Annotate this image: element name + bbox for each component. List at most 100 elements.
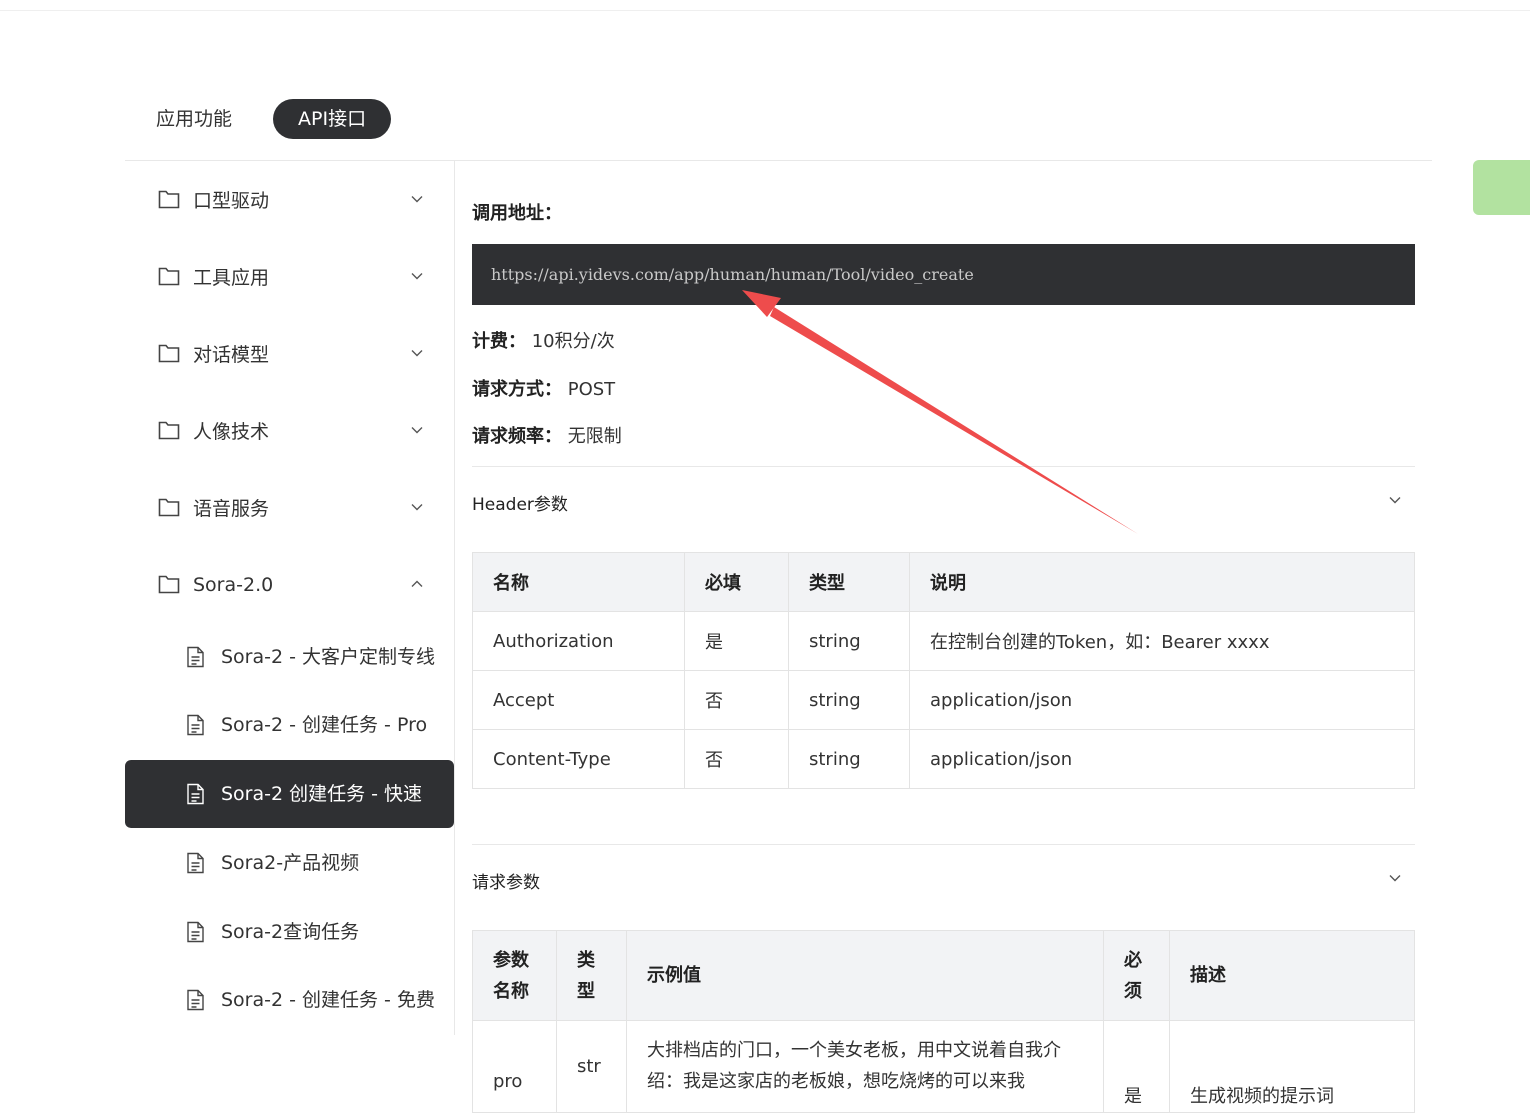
sidebar-folder-lip-sync[interactable]: 口型驱动 — [125, 161, 454, 238]
sidebar-doc-label: Sora-2 - 大客户定制专线 — [221, 646, 436, 668]
sidebar-doc-sora-pro[interactable]: Sora-2 - 创建任务 - Pro — [125, 691, 454, 759]
folder-icon — [158, 575, 180, 594]
table-row: pro str 大排档店的门口，一个美女老板，用中文说着自我介绍：我是这家店的老… — [472, 1020, 1415, 1113]
top-tabs: 应用功能 API接口 — [125, 99, 392, 139]
chevron-down-icon — [411, 504, 423, 511]
table-cell: 是 — [1103, 1020, 1170, 1113]
folder-icon — [158, 421, 180, 440]
table-row: Content-Type 否 string application/json — [472, 729, 1415, 789]
top-divider — [0, 10, 1530, 11]
sidebar-folder-sora[interactable]: Sora-2.0 — [125, 546, 454, 623]
chevron-up-icon — [411, 580, 423, 587]
rate-value: 无限制 — [567, 426, 622, 447]
tab-api[interactable]: API接口 — [273, 99, 392, 139]
table-cell: Accept — [472, 670, 685, 730]
chevron-down-icon[interactable] — [1388, 871, 1402, 885]
chevron-down-icon — [411, 273, 423, 280]
folder-icon — [158, 498, 180, 517]
sidebar-folder-chat-models[interactable]: 对话模型 — [125, 315, 454, 392]
table-cell: str — [556, 1020, 627, 1113]
folder-icon — [158, 190, 180, 209]
document-icon — [187, 852, 204, 874]
sidebar-doc-sora-query[interactable]: Sora-2查询任务 — [125, 898, 454, 966]
document-icon — [187, 783, 204, 805]
sidebar-doc-sora-enterprise[interactable]: Sora-2 - 大客户定制专线 — [125, 623, 454, 691]
sidebar-doc-label: Sora-2 - 创建任务 - 免费 — [221, 989, 435, 1011]
table-cell: 是 — [684, 611, 789, 671]
sidebar-doc-label: Sora-2 - 创建任务 - Pro — [221, 714, 428, 736]
column-header: 参数名称 — [472, 930, 557, 1021]
table-cell: Authorization — [472, 611, 685, 671]
billing-value: 10积分/次 — [531, 331, 615, 352]
table-header-row: 参数名称 类型 示例值 必须 描述 — [472, 930, 1415, 1021]
sidebar-folder-label: 工具应用 — [193, 267, 270, 289]
sidebar-folder-portrait[interactable]: 人像技术 — [125, 392, 454, 469]
billing-label: 计费： — [472, 331, 526, 352]
document-icon — [187, 921, 204, 943]
folder-icon — [158, 267, 180, 286]
table-cell: Content-Type — [472, 729, 685, 789]
divider — [472, 466, 1415, 467]
table-cell: 否 — [684, 670, 789, 730]
column-header: 必填 — [684, 552, 789, 612]
table-row: Authorization 是 string 在控制台创建的Token，如：Be… — [472, 611, 1415, 671]
sidebar-doc-label: Sora2-产品视频 — [221, 852, 360, 874]
table-cell: 在控制台创建的Token，如：Bearer xxxx — [909, 611, 1415, 671]
sidebar-divider — [454, 161, 455, 1035]
table-cell: pro — [472, 1020, 557, 1113]
sidebar-folder-tools[interactable]: 工具应用 — [125, 238, 454, 315]
request-params-table: 参数名称 类型 示例值 必须 描述 pro str 大排档店的门口，一个美女老板… — [472, 930, 1415, 1113]
sidebar-folder-label: 语音服务 — [193, 498, 270, 520]
sidebar-doc-label: Sora-2 创建任务 - 快速 — [221, 783, 423, 805]
column-header: 类型 — [788, 552, 910, 612]
column-header: 示例值 — [626, 930, 1104, 1021]
method-value: POST — [567, 379, 616, 400]
url-title: 调用地址： — [472, 203, 562, 224]
table-cell: string — [788, 729, 910, 789]
table-cell: string — [788, 670, 910, 730]
table-cell: 大排档店的门口，一个美女老板，用中文说着自我介绍：我是这家店的老板娘，想吃烧烤的… — [626, 1020, 1104, 1113]
method-label: 请求方式： — [472, 379, 562, 400]
method-row: 请求方式： POST — [472, 375, 615, 401]
rate-label: 请求频率： — [472, 426, 562, 447]
floating-side-tab[interactable] — [1473, 160, 1530, 215]
folder-icon — [158, 344, 180, 363]
document-icon — [187, 646, 204, 668]
column-header: 必须 — [1103, 930, 1170, 1021]
table-cell: string — [788, 611, 910, 671]
sidebar-doc-sora-fast[interactable]: Sora-2 创建任务 - 快速 — [125, 760, 454, 828]
billing-row: 计费： 10积分/次 — [472, 327, 615, 353]
header-params-title[interactable]: Header参数 — [472, 490, 568, 515]
sidebar-doc-sora-free[interactable]: Sora-2 - 创建任务 - 免费 — [125, 966, 454, 1034]
sidebar-doc-label: Sora-2查询任务 — [221, 921, 360, 943]
chevron-down-icon — [411, 196, 423, 203]
divider — [472, 844, 1415, 845]
chevron-down-icon[interactable] — [1388, 493, 1402, 507]
sidebar-folder-voice[interactable]: 语音服务 — [125, 469, 454, 546]
chevron-down-icon — [411, 350, 423, 357]
request-params-title[interactable]: 请求参数 — [472, 868, 540, 893]
tab-app-features[interactable]: 应用功能 — [125, 99, 273, 139]
document-icon — [187, 714, 204, 736]
chevron-down-icon — [411, 427, 423, 434]
sidebar-folder-label: 人像技术 — [193, 421, 270, 443]
column-header: 名称 — [472, 552, 685, 612]
table-row: Accept 否 string application/json — [472, 670, 1415, 730]
column-header: 类型 — [556, 930, 627, 1021]
url-code-block[interactable]: https://api.yidevs.com/app/human/human/T… — [472, 244, 1415, 305]
sidebar-doc-sora-product-video[interactable]: Sora2-产品视频 — [125, 829, 454, 897]
table-cell: application/json — [909, 729, 1415, 789]
table-header-row: 名称 必填 类型 说明 — [472, 552, 1415, 612]
sidebar-folder-label: 口型驱动 — [193, 190, 270, 212]
table-cell: application/json — [909, 670, 1415, 730]
rate-row: 请求频率： 无限制 — [472, 422, 622, 448]
table-cell: 生成视频的提示词 — [1169, 1020, 1415, 1113]
sidebar-folder-label: 对话模型 — [193, 344, 270, 366]
column-header: 描述 — [1169, 930, 1415, 1021]
header-params-table: 名称 必填 类型 说明 Authorization 是 string 在控制台创… — [472, 552, 1415, 789]
sidebar-folder-label: Sora-2.0 — [193, 573, 274, 596]
document-icon — [187, 989, 204, 1011]
table-cell: 否 — [684, 729, 789, 789]
column-header: 说明 — [909, 552, 1415, 612]
api-url[interactable]: https://api.yidevs.com/app/human/human/T… — [491, 244, 974, 305]
